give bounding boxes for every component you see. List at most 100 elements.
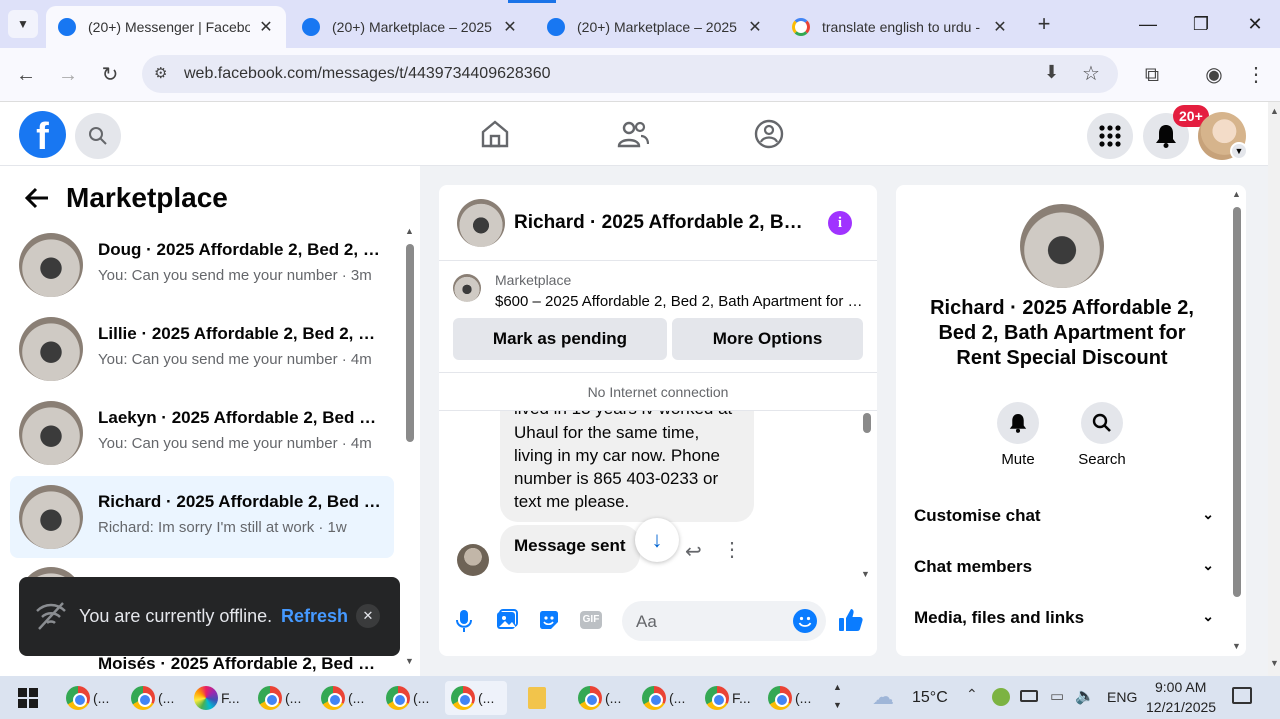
close-tab-icon[interactable]: ✕ <box>747 17 763 37</box>
more-options-button[interactable]: More Options <box>672 318 863 360</box>
scroll-to-bottom-button[interactable]: ↓ <box>635 518 679 562</box>
weather-cloud-icon[interactable]: ☁ <box>872 684 894 710</box>
close-window-icon[interactable]: ✕ <box>1241 10 1269 38</box>
page-scrollbar[interactable]: ▲ ▼ <box>1268 102 1280 676</box>
like-thumb-icon[interactable] <box>838 607 864 638</box>
chat-avatar[interactable] <box>457 199 505 247</box>
close-toast-icon[interactable]: ✕ <box>356 604 380 628</box>
scrollbar-thumb[interactable] <box>1233 207 1241 597</box>
listing-title[interactable]: $600 – 2025 Affordable 2, Bed 2, Bath Ap… <box>495 293 863 310</box>
scroll-down-arrow-icon[interactable]: ▼ <box>405 656 414 666</box>
profile-avatar[interactable] <box>1020 204 1104 288</box>
tab-search-dropdown-icon[interactable]: ▼ <box>8 10 38 38</box>
close-tab-icon[interactable]: ✕ <box>502 17 518 37</box>
groups-icon[interactable] <box>754 119 784 154</box>
tab-messenger[interactable]: (20+) Messenger | Facebook ✕ <box>46 6 286 48</box>
notification-center-icon[interactable] <box>1232 687 1252 704</box>
site-info-icon[interactable]: ⚙ <box>154 64 167 82</box>
friends-icon[interactable] <box>617 120 650 153</box>
message-input[interactable]: Aa <box>622 601 826 641</box>
listing-thumbnail[interactable] <box>453 274 481 302</box>
restore-icon[interactable]: ❐ <box>1187 10 1215 38</box>
message-scrollbar[interactable]: ▼ <box>859 411 875 581</box>
tray-app-icon[interactable] <box>992 688 1010 706</box>
menu-grid-icon[interactable] <box>1087 113 1133 159</box>
taskbar-chrome-app[interactable]: (... <box>258 681 301 715</box>
taskbar-chrome-app-active[interactable]: (... <box>445 681 507 715</box>
scroll-up-arrow-icon[interactable]: ▲ <box>405 226 414 236</box>
search-icon[interactable] <box>75 113 121 159</box>
account-chevron-icon[interactable]: ▼ <box>1230 142 1248 160</box>
taskbar-chrome-app[interactable]: (... <box>578 681 621 715</box>
scroll-up-arrow-icon[interactable]: ▲ <box>1232 189 1241 199</box>
refresh-link[interactable]: Refresh <box>281 606 348 627</box>
forward-icon[interactable]: → <box>53 60 83 90</box>
menu-kebab-icon[interactable]: ⋮ <box>1241 60 1271 90</box>
clock-date[interactable]: 12/21/2025 <box>1146 699 1216 715</box>
back-arrow-icon[interactable] <box>24 187 50 214</box>
tray-chevron-icon[interactable]: ⌃ <box>966 686 978 703</box>
input-language[interactable]: ENG <box>1107 689 1137 705</box>
scroll-up-arrow-icon[interactable]: ▲ <box>1270 106 1279 116</box>
new-tab-icon[interactable]: + <box>1030 10 1058 38</box>
home-icon[interactable] <box>480 120 510 153</box>
network-icon[interactable]: ▭ <box>1050 687 1064 705</box>
bookmark-star-icon[interactable]: ☆ <box>1082 61 1100 86</box>
sticker-icon[interactable] <box>538 609 560 636</box>
taskbar-chrome-app[interactable]: (... <box>66 681 109 715</box>
reload-icon[interactable]: ↻ <box>95 60 125 90</box>
minimize-icon[interactable]: — <box>1134 10 1162 38</box>
taskbar-chrome-app[interactable]: (... <box>642 681 685 715</box>
conversation-item[interactable]: Lillie · 2025 Affordable 2, Bed 2, Bath … <box>10 308 394 390</box>
conversation-item-selected[interactable]: Richard · 2025 Affordable 2, Bed 2, Bath… <box>10 476 394 558</box>
taskbar-chrome-app[interactable]: F... <box>705 681 751 715</box>
scrollbar-thumb[interactable] <box>406 244 414 442</box>
taskbar-chrome-app[interactable]: (... <box>386 681 429 715</box>
sender-avatar[interactable] <box>457 544 489 576</box>
mute-button[interactable] <box>997 402 1039 444</box>
info-icon[interactable]: i <box>828 211 852 235</box>
taskbar-chrome-app[interactable]: (... <box>131 681 174 715</box>
extensions-icon[interactable]: ⧉ <box>1137 60 1167 90</box>
address-bar[interactable]: ⚙ web.facebook.com/messages/t/4439734409… <box>142 55 1118 93</box>
gif-icon[interactable]: GIF <box>580 611 602 629</box>
taskbar-chrome-app[interactable]: (... <box>321 681 364 715</box>
scroll-down-arrow-icon[interactable]: ▼ <box>861 569 870 579</box>
microphone-icon[interactable] <box>455 609 473 638</box>
taskbar-app[interactable]: F... <box>194 681 240 715</box>
more-actions-icon[interactable]: ⋮ <box>722 537 742 562</box>
media-files-links-section[interactable]: Media, files and links ⌄ <box>914 608 1214 628</box>
profile-icon[interactable]: ◉ <box>1199 60 1229 90</box>
reply-icon[interactable]: ↩ <box>685 539 702 564</box>
back-icon[interactable]: ← <box>11 60 41 90</box>
windows-start-icon[interactable] <box>18 688 38 713</box>
install-app-icon[interactable]: ⬇ <box>1044 62 1059 83</box>
volume-icon[interactable]: 🔈 <box>1075 686 1095 706</box>
tab-marketplace-1[interactable]: (20+) Marketplace – 2025 ✕ <box>290 6 530 48</box>
search-button[interactable] <box>1081 402 1123 444</box>
close-tab-icon[interactable]: ✕ <box>992 17 1008 37</box>
taskbar-scroll-icon[interactable]: ▲ ▼ <box>833 678 842 714</box>
weather-temperature[interactable]: 15°C <box>912 689 948 707</box>
scroll-down-arrow-icon[interactable]: ▼ <box>1232 641 1241 651</box>
scroll-down-arrow-icon[interactable]: ▼ <box>1270 658 1279 668</box>
emoji-icon[interactable] <box>793 609 817 633</box>
taskbar-chrome-app[interactable]: (... <box>768 681 811 715</box>
taskbar-file-explorer[interactable] <box>528 681 546 715</box>
list-scrollbar[interactable]: ▲ ▼ <box>403 226 415 666</box>
facebook-logo[interactable]: f <box>19 111 66 158</box>
customise-chat-section[interactable]: Customise chat ⌄ <box>914 506 1214 526</box>
battery-icon[interactable] <box>1020 690 1038 702</box>
scrollbar-thumb[interactable] <box>863 413 871 433</box>
clock-time[interactable]: 9:00 AM <box>1155 679 1206 695</box>
chat-title[interactable]: Richard · 2025 Affordable 2, Bed 2, Bath… <box>514 212 804 234</box>
conversation-item[interactable]: Doug · 2025 Affordable 2, Bed 2, Bath Ap… <box>10 224 394 306</box>
photo-icon[interactable] <box>496 609 518 636</box>
close-tab-icon[interactable]: ✕ <box>258 17 274 37</box>
info-panel-scrollbar[interactable]: ▲ ▼ <box>1230 189 1244 653</box>
tab-marketplace-2[interactable]: (20+) Marketplace – 2025 ✕ <box>535 6 775 48</box>
chat-members-section[interactable]: Chat members ⌄ <box>914 557 1214 577</box>
conversation-item[interactable]: Laekyn · 2025 Affordable 2, Bed 2, Bath … <box>10 392 394 474</box>
tab-google-translate[interactable]: translate english to urdu - ✕ <box>780 6 1020 48</box>
mark-as-pending-button[interactable]: Mark as pending <box>453 318 667 360</box>
